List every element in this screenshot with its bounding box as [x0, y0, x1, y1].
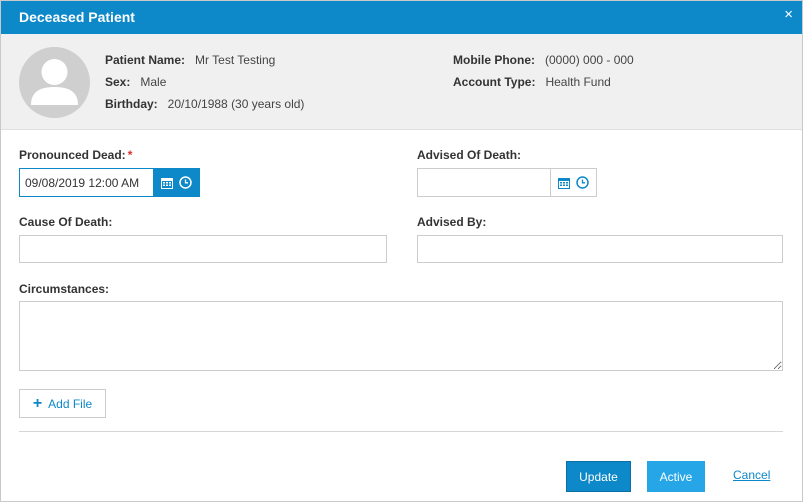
advised-by-label: Advised By: [417, 215, 487, 229]
plus-icon: + [32, 394, 43, 412]
advised-of-death-input[interactable] [418, 169, 550, 196]
pronounced-dead-picker-buttons [153, 169, 199, 196]
required-marker: * [127, 148, 133, 162]
patient-mobile-value: (0000) 000 - 000 [545, 53, 634, 67]
active-button[interactable]: Active [647, 461, 705, 492]
patient-sex-label: Sex: [105, 75, 131, 89]
patient-sex-row: Sex: Male [105, 75, 166, 89]
clock-icon[interactable] [576, 176, 589, 189]
dialog-title: Deceased Patient [19, 9, 135, 25]
clock-icon[interactable] [179, 176, 192, 189]
pronounced-dead-label: Pronounced Dead: * [19, 148, 132, 162]
cause-of-death-label: Cause Of Death: [19, 215, 113, 229]
advised-by-input[interactable] [417, 235, 783, 263]
update-button[interactable]: Update [566, 461, 631, 492]
patient-name-label: Patient Name: [105, 53, 186, 67]
cancel-link[interactable]: Cancel [733, 468, 770, 482]
add-file-button[interactable]: + Add File [19, 389, 106, 418]
footer-divider [19, 431, 783, 432]
calendar-icon[interactable] [161, 177, 173, 189]
patient-account-value: Health Fund [545, 75, 611, 89]
patient-birthday-row: Birthday: 20/10/1988 (30 years old) [105, 97, 304, 111]
patient-birthday-label: Birthday: [105, 97, 158, 111]
advised-of-death-label: Advised Of Death: [417, 148, 522, 162]
patient-account-row: Account Type: Health Fund [453, 75, 611, 89]
patient-name-value: Mr Test Testing [195, 53, 276, 67]
deceased-patient-dialog: Deceased Patient × Patient Name: Mr Test … [0, 0, 803, 502]
patient-mobile-label: Mobile Phone: [453, 53, 535, 67]
add-file-label: Add File [48, 396, 93, 411]
patient-sex-value: Male [140, 75, 167, 89]
pronounced-dead-label-text: Pronounced Dead: [19, 148, 126, 162]
circumstances-textarea[interactable] [19, 301, 783, 371]
dialog-titlebar: Deceased Patient × [1, 1, 802, 34]
circumstances-label: Circumstances: [19, 282, 110, 296]
patient-account-label: Account Type: [453, 75, 536, 89]
patient-mobile-row: Mobile Phone: (0000) 000 - 000 [453, 53, 634, 67]
close-icon[interactable]: × [784, 7, 793, 22]
patient-summary: Patient Name: Mr Test Testing Sex: Male Bi… [1, 34, 802, 130]
pronounced-dead-input[interactable] [20, 169, 153, 196]
calendar-icon[interactable] [558, 177, 570, 189]
user-silhouette-icon [31, 59, 78, 105]
patient-name-row: Patient Name: Mr Test Testing [105, 53, 275, 67]
pronounced-dead-datetime [19, 168, 200, 197]
advised-of-death-picker-buttons [550, 169, 596, 196]
avatar [19, 47, 90, 118]
advised-of-death-datetime [417, 168, 597, 197]
cause-of-death-input[interactable] [19, 235, 387, 263]
patient-birthday-value: 20/10/1988 (30 years old) [167, 97, 305, 111]
